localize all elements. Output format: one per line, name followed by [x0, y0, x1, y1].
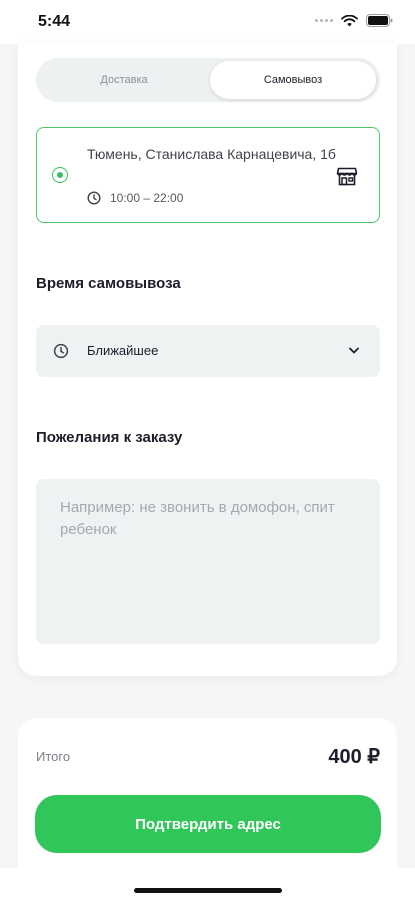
tab-pickup[interactable]: Самовывоз [210, 61, 376, 99]
pickup-point-hours: 10:00 – 22:00 [87, 191, 183, 205]
order-comments-title: Пожелания к заказу [36, 429, 183, 446]
chevron-down-icon [349, 347, 359, 354]
store-icon [336, 167, 358, 186]
pickup-time-title: Время самовывоза [36, 275, 181, 292]
order-comments-input[interactable] [36, 479, 380, 644]
clock-icon [53, 343, 69, 359]
pickup-point-address: Тюмень, Станислава Карнацевича, 1б [87, 146, 336, 162]
pickup-point-option[interactable]: Тюмень, Станислава Карнацевича, 1б 10:00… [36, 127, 380, 223]
hours-text: 10:00 – 22:00 [110, 191, 184, 205]
delivery-mode-switch: Доставка Самовывоз [36, 58, 380, 102]
pickup-point-radio[interactable] [52, 167, 68, 183]
status-bar: 5:44 [0, 0, 415, 44]
home-indicator[interactable] [134, 888, 282, 893]
total-label: Итого [36, 749, 71, 764]
confirm-address-button[interactable]: Подтвердить адрес [35, 795, 381, 853]
total-value: 400 ₽ [328, 746, 380, 768]
battery-icon [366, 14, 393, 27]
home-indicator-area [0, 868, 415, 900]
pickup-time-value: Ближайшее [87, 343, 159, 358]
signal-icon [315, 19, 333, 22]
wifi-icon [341, 14, 358, 26]
status-icons [315, 14, 393, 27]
tab-delivery[interactable]: Доставка [40, 61, 208, 99]
status-time: 5:44 [38, 13, 71, 30]
pickup-time-select[interactable]: Ближайшее [36, 325, 380, 377]
clock-icon [87, 191, 101, 205]
